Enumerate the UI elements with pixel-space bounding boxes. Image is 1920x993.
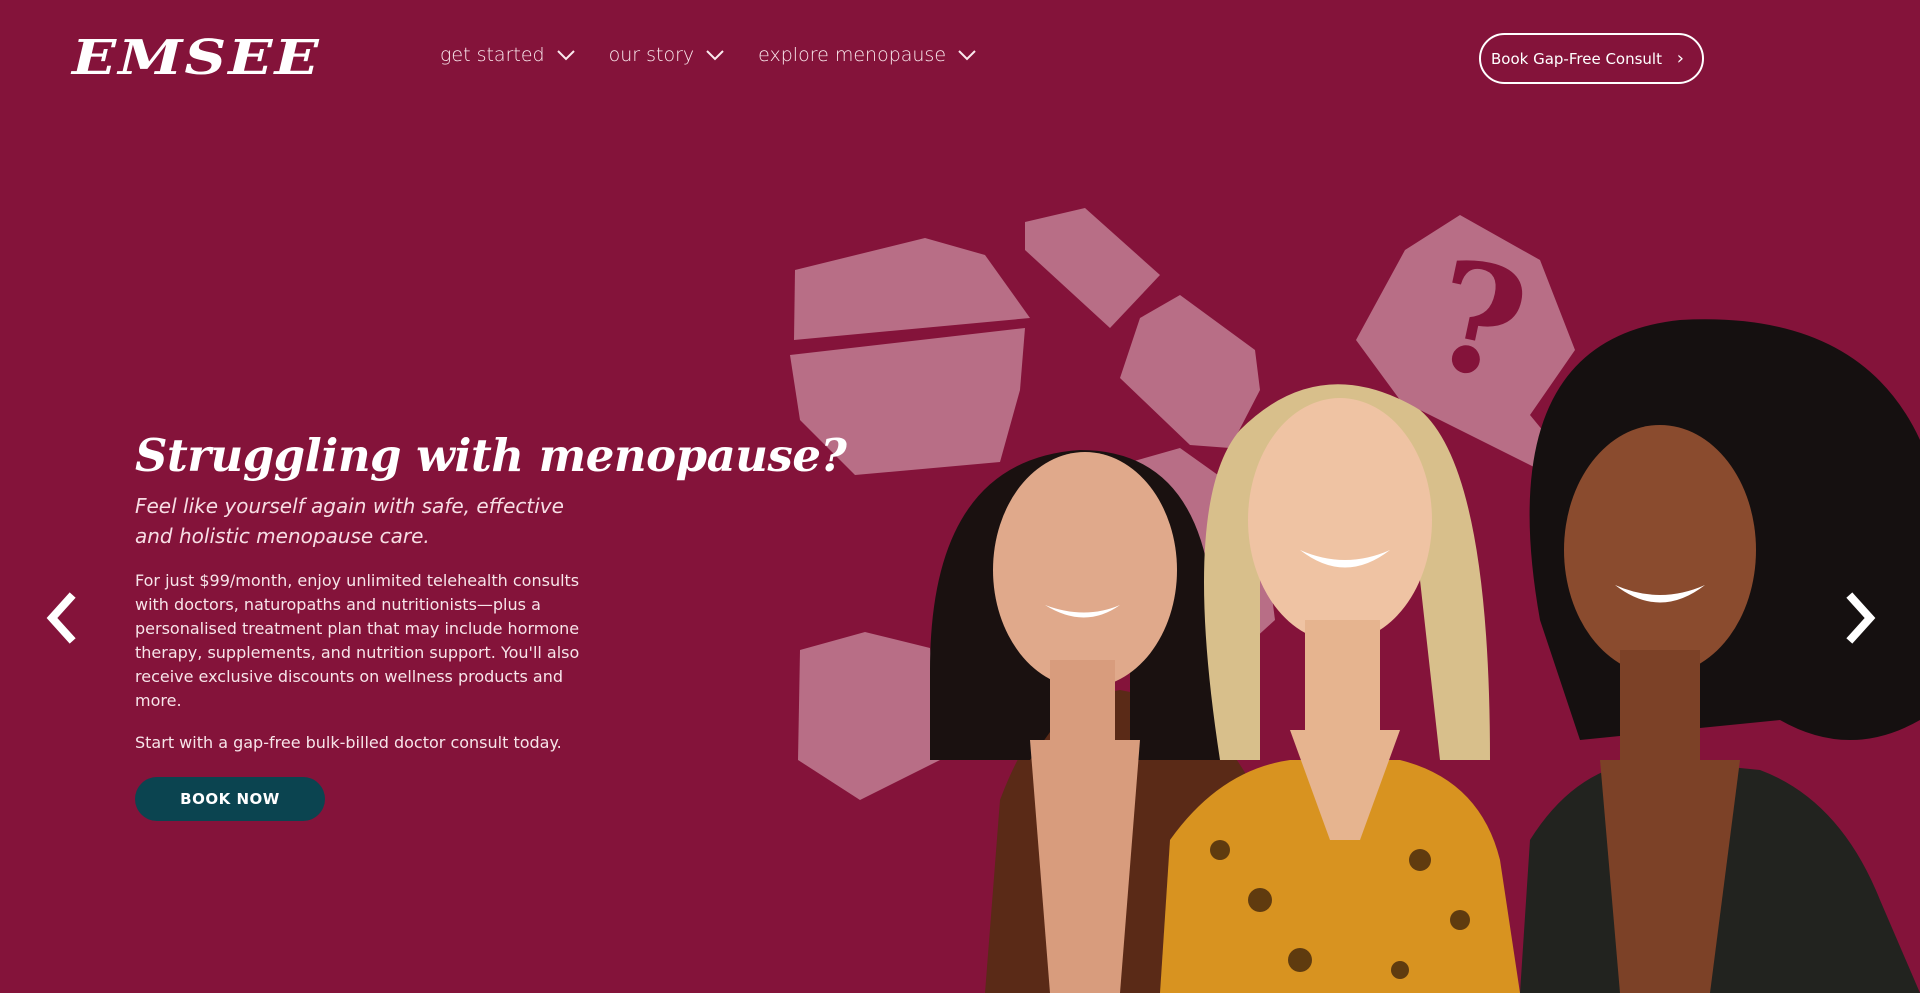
chevron-right-icon: › xyxy=(1676,48,1684,69)
site-header: EMSEE get started our story explore meno… xyxy=(0,0,1920,118)
main-nav: get started our story explore menopause xyxy=(440,44,976,66)
book-now-button[interactable]: BOOK NOW xyxy=(135,777,325,822)
emsee-logo[interactable]: EMSEE xyxy=(72,34,321,82)
chevron-down-icon xyxy=(958,50,976,61)
book-consult-label: Book Gap-Free Consult xyxy=(1491,49,1662,68)
nav-item-explore-menopause[interactable]: explore menopause xyxy=(758,44,976,66)
hero-cta-text: Start with a gap-free bulk-billed doctor… xyxy=(135,733,562,753)
chevron-left-icon[interactable] xyxy=(38,588,86,648)
nav-item-get-started[interactable]: get started xyxy=(440,44,575,66)
nav-label: our story xyxy=(608,44,695,66)
hero-content: Struggling with menopause? Feel like you… xyxy=(135,429,847,822)
book-consult-button[interactable]: Book Gap-Free Consult › xyxy=(1479,33,1704,84)
chevron-down-icon xyxy=(556,50,575,61)
nav-label: get started xyxy=(440,44,545,66)
hero-subheading: Feel like yourself again with safe, effe… xyxy=(135,494,564,549)
hero-illustration: ? xyxy=(790,208,1920,993)
nav-label: explore menopause xyxy=(758,44,947,66)
chevron-right-icon[interactable] xyxy=(1836,588,1884,648)
nav-item-our-story[interactable]: our story xyxy=(609,44,725,66)
hero-description: For just $99/month, enjoy unlimited tele… xyxy=(135,571,580,711)
woman-right xyxy=(1520,319,1920,993)
hero-headline: Struggling with menopause? xyxy=(135,429,847,482)
chevron-down-icon xyxy=(706,50,724,61)
